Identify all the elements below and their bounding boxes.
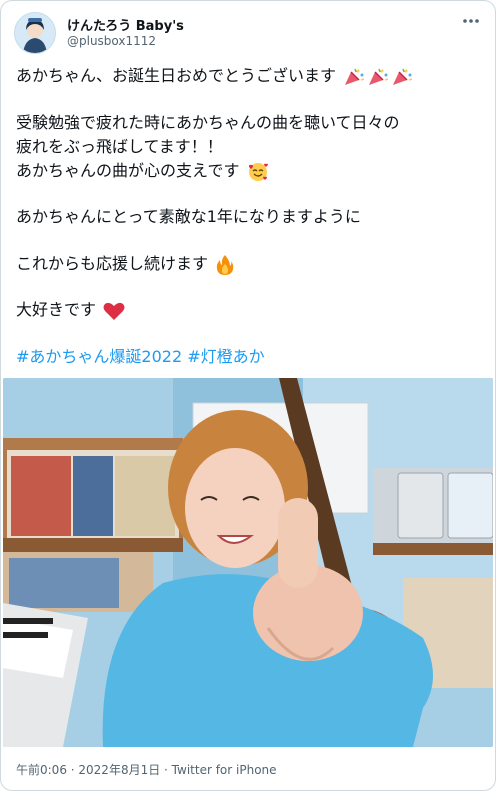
- tweet-line-text: 大好きです: [16, 300, 97, 319]
- display-name[interactable]: けんたろう Baby's: [67, 15, 184, 34]
- hashtag-link[interactable]: #あかちゃん爆誕2022: [16, 347, 182, 366]
- tweet-line: これからも応援し続けます: [16, 252, 235, 276]
- tweet-line-text: あかちゃん、お誕生日おめでとうございます: [16, 66, 337, 85]
- tweet-date[interactable]: 2022年8月1日: [78, 763, 160, 777]
- party-popper-icon: [369, 68, 389, 85]
- photo-scene: [3, 378, 493, 747]
- tweet-line: あかちゃんにとって素敵な1年になりますように: [16, 207, 361, 226]
- tweet-line: あかちゃんの曲が心の支えです: [16, 159, 269, 183]
- red-heart-icon: [103, 302, 125, 320]
- hashtag-link[interactable]: #灯橙あか: [187, 347, 264, 366]
- tweet-line-text: あかちゃんの曲が心の支えです: [16, 161, 240, 180]
- hashtag-line: #あかちゃん爆誕2022 #灯橙あか: [16, 345, 265, 369]
- avatar-image: [15, 13, 55, 53]
- party-popper-icon: [345, 68, 365, 85]
- tweet-line: あかちゃん、お誕生日おめでとうございます: [16, 64, 413, 88]
- more-icon: [463, 19, 479, 23]
- handle[interactable]: @plusbox1112: [67, 34, 156, 48]
- tweet-source-link[interactable]: Twitter for iPhone: [172, 763, 277, 777]
- tweet-footer: 午前0:06 · 2022年8月1日 · Twitter for iPhone: [16, 761, 277, 778]
- separator: ·: [160, 763, 172, 777]
- party-popper-icon: [393, 68, 413, 85]
- tweet-line: 疲れをぶっ飛ばしてます！！: [16, 137, 223, 156]
- more-button[interactable]: [459, 11, 483, 31]
- tweet-card: けんたろう Baby's @plusbox1112 あかちゃん、お誕生日おめでと…: [0, 0, 496, 791]
- tweet-header: けんたろう Baby's @plusbox1112: [1, 1, 495, 61]
- tweet-photo[interactable]: [3, 378, 493, 747]
- fire-icon: [216, 254, 234, 275]
- separator: ·: [66, 763, 79, 777]
- tweet-line: 大好きです: [16, 298, 125, 322]
- avatar[interactable]: [14, 12, 56, 54]
- smiling-face-with-hearts-icon: [248, 162, 268, 181]
- tweet-line-text: これからも応援し続けます: [16, 254, 209, 273]
- tweet-time[interactable]: 午前0:06: [16, 763, 67, 777]
- tweet-line: 受験勉強で疲れた時にあかちゃんの曲を聴いて日々の: [16, 113, 400, 132]
